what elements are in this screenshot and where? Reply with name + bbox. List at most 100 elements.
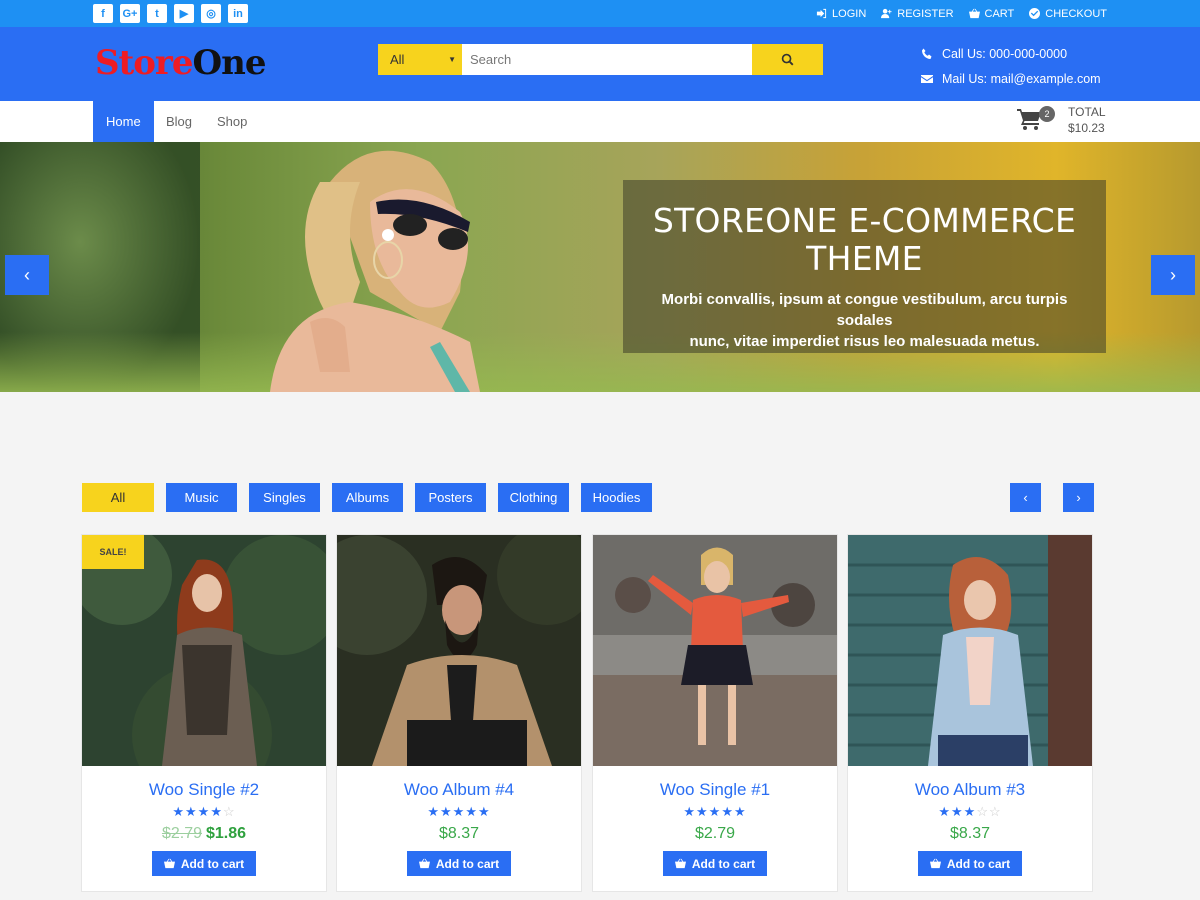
product-photo-woman-red-jacket [593,535,837,766]
filter-tab-music[interactable]: Music [166,483,237,512]
sale-price: $1.86 [206,825,247,842]
product-image[interactable] [593,535,837,766]
add-to-cart-label: Add to cart [691,856,756,871]
search-category-value: All [390,52,405,67]
basket-icon [674,858,686,869]
filter-tab-all[interactable]: All [82,483,154,512]
hero-title-line1: STOREONE E-COMMERCE [652,201,1077,240]
add-to-cart-button[interactable]: Add to cart [152,851,256,876]
facebook-icon[interactable]: f [93,4,113,23]
slider-next-button[interactable]: › [1151,255,1195,295]
sign-in-icon [816,8,827,19]
cart-label: CART [984,7,1015,20]
nav-item-blog[interactable]: Blog [166,101,192,142]
product-card: Woo Album #4 ★★★★★ $8.37 Add to cart [336,534,582,892]
site-logo[interactable]: StoreOne [95,43,266,83]
product-image[interactable] [337,535,581,766]
products-next-button[interactable]: › [1063,483,1094,512]
nav-item-shop[interactable]: Shop [217,101,247,142]
contact-info: Call Us: 000-000-0000 Mail Us: mail@exam… [921,41,1101,91]
envelope-icon [921,74,933,83]
product-image[interactable] [848,535,1092,766]
filter-tab-albums[interactable]: Albums [332,483,403,512]
search-input[interactable] [462,44,752,75]
cart-total-value: $10.23 [1068,121,1105,135]
user-plus-icon [881,8,892,19]
basket-icon [968,8,980,19]
basket-icon [163,858,175,869]
filter-tab-posters[interactable]: Posters [415,483,486,512]
products-prev-button[interactable]: ‹ [1010,483,1041,512]
search-icon [781,53,794,66]
filter-tab-singles[interactable]: Singles [249,483,320,512]
check-circle-icon [1029,8,1041,19]
youtube-icon[interactable]: ▶ [174,4,194,23]
cart-link[interactable]: CART [968,7,1015,20]
google-plus-icon[interactable]: G+ [120,4,140,23]
slider-prev-button[interactable]: ‹ [5,255,49,295]
site-header: StoreOne All ▼ Call Us: 000-000-0000 Mai… [0,27,1200,101]
mini-cart[interactable]: 2 [1017,105,1055,136]
product-card: Woo Single #1 ★★★★★ $2.79 Add to cart [592,534,838,892]
social-links: f G+ t ▶ ◎ in [93,4,248,23]
basket-icon [418,858,430,869]
add-to-cart-button[interactable]: Add to cart [407,851,511,876]
caret-down-icon: ▼ [448,55,456,64]
hero-caption: STOREONE E-COMMERCE THEME Morbi convalli… [623,180,1106,353]
product-price: $8.37 [949,825,991,842]
hero-text-line1: Morbi convallis, ipsum at congue vestibu… [661,291,1068,329]
chevron-right-icon: › [1170,264,1176,285]
hero-slider: STOREONE E-COMMERCE THEME Morbi convalli… [0,142,1200,392]
login-link[interactable]: LOGIN [816,8,866,20]
checkout-link[interactable]: CHECKOUT [1029,8,1107,20]
product-image[interactable]: SALE! [82,535,326,766]
hero-photo-woman-sunglasses [270,150,480,392]
twitter-icon[interactable]: t [147,4,167,23]
add-to-cart-label: Add to cart [946,856,1011,871]
product-photo-bearded-man [337,535,581,766]
product-name[interactable]: Woo Album #4 [337,780,581,800]
cart-count-badge: 2 [1039,106,1055,122]
add-to-cart-label: Add to cart [180,856,245,871]
search-category-select[interactable]: All ▼ [378,44,462,75]
rating-stars: ★★★★★ [683,804,747,819]
phone-icon [922,48,932,59]
product-card: Woo Album #3 ★★★☆☆ $8.37 Add to cart [847,534,1093,892]
register-link[interactable]: REGISTER [881,7,954,20]
product-card: SALE! Woo Single #2 ★★★★☆ $2.79 $1.86 Add… [81,534,327,892]
search-button[interactable] [752,44,823,75]
linkedin-icon[interactable]: in [228,4,248,23]
phone-text: Call Us: 000-000-0000 [942,46,1068,61]
mail-text: Mail Us: mail@example.com [942,71,1101,86]
phone-row: Call Us: 000-000-0000 [921,41,1101,66]
product-photo-woman-red-hair [82,535,326,766]
rating-stars: ★★★☆☆ [938,804,1002,819]
cart-total: TOTAL $10.23 [1068,104,1106,136]
sale-badge: SALE! [82,535,144,569]
nav-item-home[interactable]: Home [93,101,154,142]
mail-row: Mail Us: mail@example.com [921,66,1101,91]
filter-tab-hoodies[interactable]: Hoodies [581,483,652,512]
product-name[interactable]: Woo Single #1 [593,780,837,800]
product-price: $2.79 $1.86 [82,825,326,843]
top-bar: f G+ t ▶ ◎ in LOGIN REGISTER CART CHECKO… [0,0,1200,27]
cart-total-label: TOTAL [1068,105,1106,119]
add-to-cart-button[interactable]: Add to cart [918,851,1022,876]
product-name[interactable]: Woo Single #2 [82,780,326,800]
register-label: REGISTER [897,7,954,20]
old-price: $2.79 [161,825,202,842]
product-photo-woman-denim-jacket [848,535,1092,766]
filter-tab-clothing[interactable]: Clothing [498,483,569,512]
hero-title: STOREONE E-COMMERCE THEME [623,202,1106,278]
hero-text: Morbi convallis, ipsum at congue vestibu… [623,289,1106,352]
product-name[interactable]: Woo Album #3 [848,780,1092,800]
checkout-label: CHECKOUT [1045,7,1107,20]
hero-text-line2: nunc, vitae imperdiet risus leo malesuad… [689,333,1040,350]
chevron-left-icon: ‹ [24,264,30,285]
product-filter-tabs: All Music Singles Albums Posters Clothin… [82,483,652,512]
add-to-cart-button[interactable]: Add to cart [663,851,767,876]
chevron-left-icon: ‹ [1023,490,1028,505]
logo-part-one: One [192,43,266,83]
hero-title-line2: THEME [806,239,923,278]
instagram-icon[interactable]: ◎ [201,4,221,23]
